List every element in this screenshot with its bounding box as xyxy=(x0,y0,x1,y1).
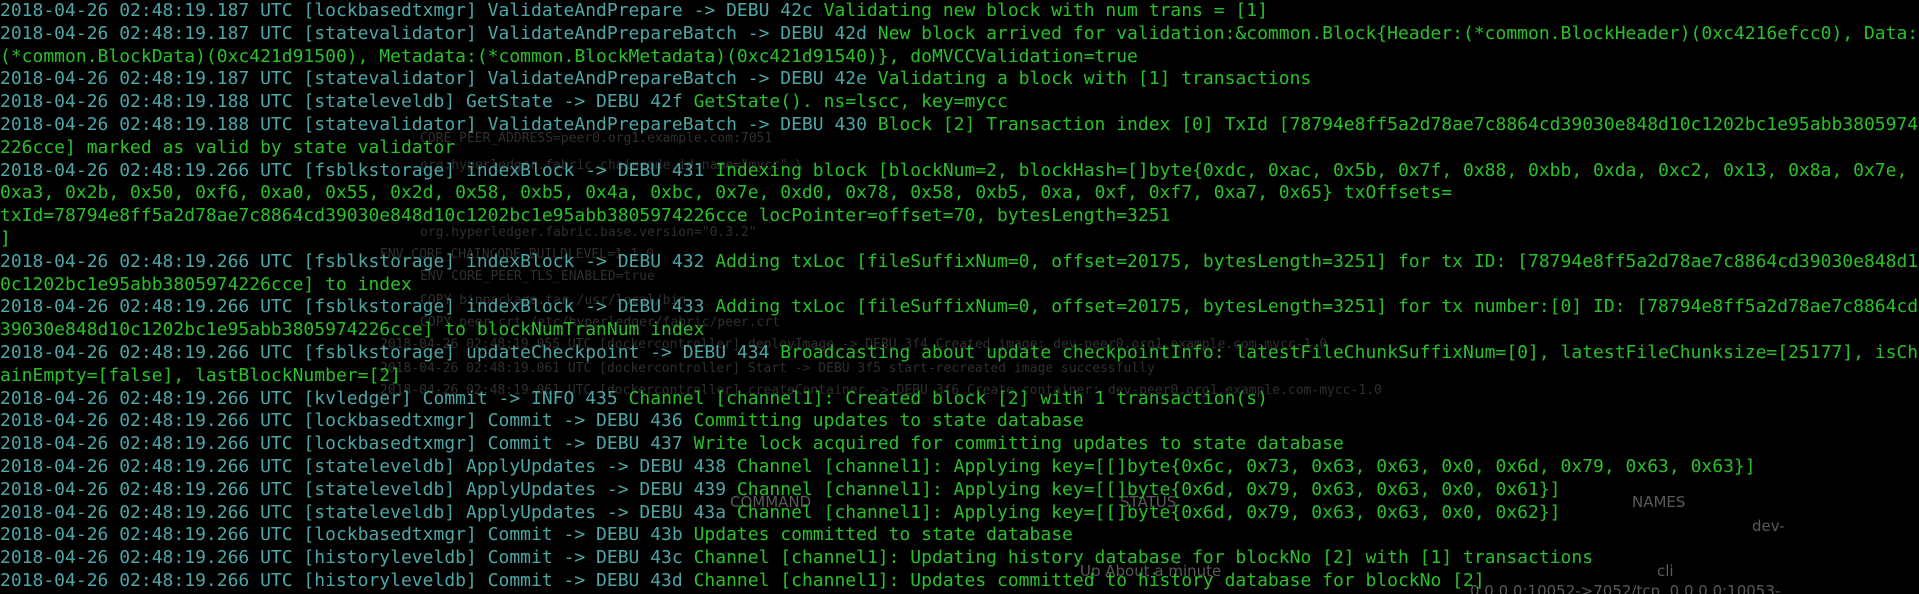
log-line: 2018-04-26 02:48:19.266 UTC [lockbasedtx… xyxy=(0,410,1919,433)
log-line: 2018-04-26 02:48:19.266 UTC [fsblkstorag… xyxy=(0,296,1919,342)
log-line-message: Channel [channel1]: Updates committed to… xyxy=(682,569,1485,591)
log-line-meta: 2018-04-26 02:48:19.266 UTC [lockbasedtx… xyxy=(0,410,683,432)
log-output[interactable]: 2018-04-26 02:48:19.187 UTC [lockbasedtx… xyxy=(0,0,1919,593)
log-line-meta: 2018-04-26 02:48:19.266 UTC [stateleveld… xyxy=(0,478,727,500)
log-line: 2018-04-26 02:48:19.266 UTC [stateleveld… xyxy=(0,479,1919,502)
terminal-window[interactable]: CORE_PEER_ADDRESS=peer0.org1.example.com… xyxy=(0,0,1919,594)
log-line-message: Channel [channel1]: Updating history dat… xyxy=(682,547,1594,569)
log-line: 2018-04-26 02:48:19.266 UTC [stateleveld… xyxy=(0,502,1919,525)
log-line-message: Updates committed to state database xyxy=(682,524,1073,546)
log-line: 2018-04-26 02:48:19.266 UTC [fsblkstorag… xyxy=(0,251,1919,297)
log-line: 2018-04-26 02:48:19.266 UTC [historyleve… xyxy=(0,547,1919,570)
log-line: 2018-04-26 02:48:19.187 UTC [statevalida… xyxy=(0,68,1919,91)
log-line-message: Channel [channel1]: Applying key=[[]byte… xyxy=(726,501,1561,523)
log-line-meta: 2018-04-26 02:48:19.266 UTC [kvledger] C… xyxy=(0,387,618,409)
log-line-message: Validating a block with [1] transactions xyxy=(866,68,1312,90)
log-line: 2018-04-26 02:48:19.187 UTC [lockbasedtx… xyxy=(0,0,1919,23)
log-line: 2018-04-26 02:48:19.266 UTC [historyleve… xyxy=(0,570,1919,593)
log-line-message: GetState(). ns=lscc, key=mycc xyxy=(682,91,1008,113)
log-line-meta: 2018-04-26 02:48:19.266 UTC [lockbasedtx… xyxy=(0,524,683,546)
log-line-meta: 2018-04-26 02:48:19.266 UTC [historyleve… xyxy=(0,569,683,591)
log-line-meta: 2018-04-26 02:48:19.266 UTC [fsblkstorag… xyxy=(0,296,705,318)
log-line-meta: 2018-04-26 02:48:19.187 UTC [lockbasedtx… xyxy=(0,0,813,21)
log-line-message: Validating new block with num trans = [1… xyxy=(812,0,1268,21)
log-line: 2018-04-26 02:48:19.188 UTC [statevalida… xyxy=(0,114,1919,160)
log-line-message: Channel [channel1]: Created block [2] wi… xyxy=(617,387,1268,409)
log-line-meta: 2018-04-26 02:48:19.266 UTC [stateleveld… xyxy=(0,455,727,477)
log-line-meta: 2018-04-26 02:48:19.266 UTC [lockbasedtx… xyxy=(0,433,683,455)
log-line-message: Write lock acquired for committing updat… xyxy=(682,433,1344,455)
log-line-meta: 2018-04-26 02:48:19.188 UTC [stateleveld… xyxy=(0,91,683,113)
log-line: 2018-04-26 02:48:19.266 UTC [kvledger] C… xyxy=(0,388,1919,411)
log-line-message: Channel [channel1]: Applying key=[[]byte… xyxy=(726,478,1561,500)
log-line: 2018-04-26 02:48:19.187 UTC [statevalida… xyxy=(0,23,1919,69)
log-line-meta: 2018-04-26 02:48:19.266 UTC [fsblkstorag… xyxy=(0,250,705,272)
log-line-meta: 2018-04-26 02:48:19.266 UTC [historyleve… xyxy=(0,547,683,569)
log-line-meta: 2018-04-26 02:48:19.188 UTC [statevalida… xyxy=(0,113,867,135)
log-line: 2018-04-26 02:48:19.266 UTC [fsblkstorag… xyxy=(0,342,1919,388)
log-line: 2018-04-26 02:48:19.266 UTC [lockbasedtx… xyxy=(0,524,1919,547)
log-line: 2018-04-26 02:48:19.266 UTC [lockbasedtx… xyxy=(0,433,1919,456)
log-line: 2018-04-26 02:48:19.266 UTC [stateleveld… xyxy=(0,456,1919,479)
log-line: 2018-04-26 02:48:19.188 UTC [stateleveld… xyxy=(0,91,1919,114)
log-line-message: Channel [channel1]: Applying key=[[]byte… xyxy=(726,455,1756,477)
log-line-meta: 2018-04-26 02:48:19.266 UTC [stateleveld… xyxy=(0,501,727,523)
log-line-meta: 2018-04-26 02:48:19.187 UTC [statevalida… xyxy=(0,22,867,44)
log-line-meta: 2018-04-26 02:48:19.266 UTC [fsblkstorag… xyxy=(0,159,705,181)
log-line-meta: 2018-04-26 02:48:19.187 UTC [statevalida… xyxy=(0,68,867,90)
log-line-message: Committing updates to state database xyxy=(682,410,1084,432)
log-line-meta: 2018-04-26 02:48:19.266 UTC [fsblkstorag… xyxy=(0,341,770,363)
log-line: 2018-04-26 02:48:19.266 UTC [fsblkstorag… xyxy=(0,160,1919,251)
